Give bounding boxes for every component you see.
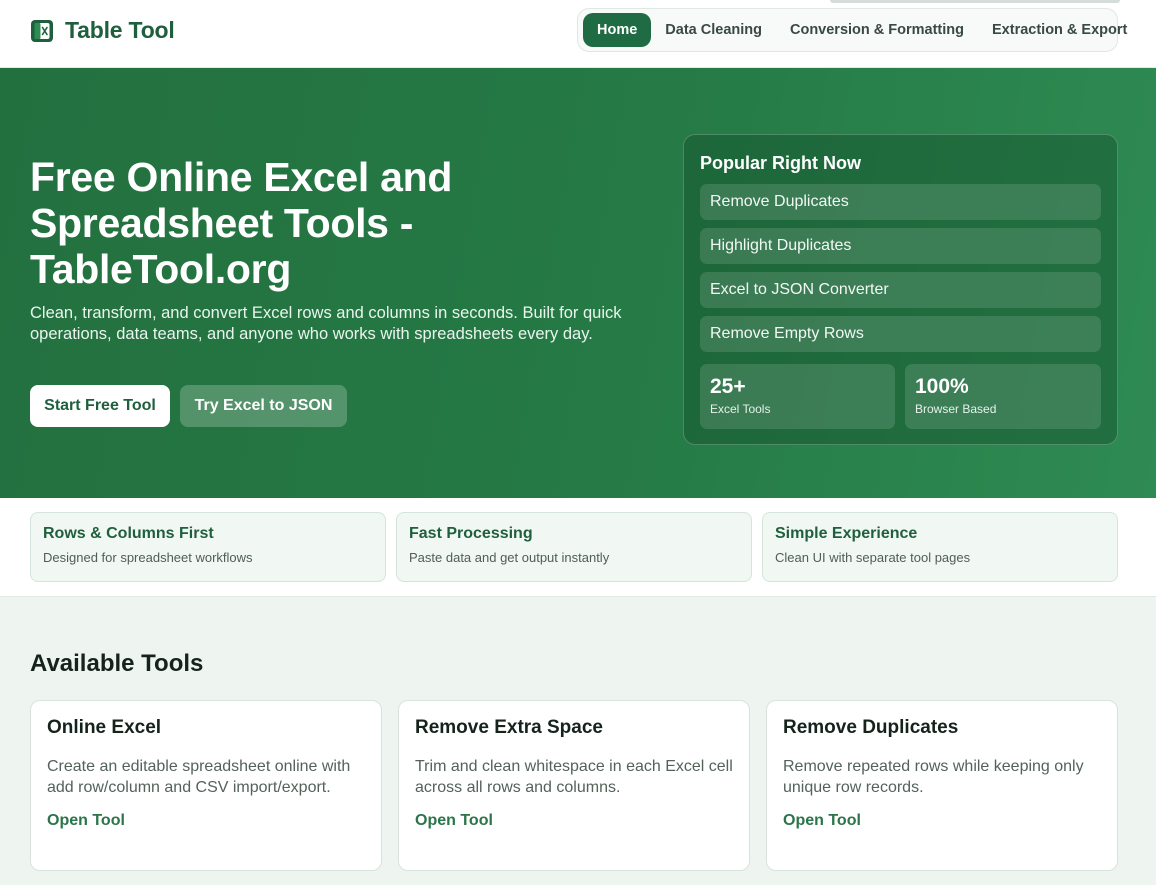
feature-desc: Paste data and get output instantly: [409, 550, 610, 565]
stat-label: Excel Tools: [710, 402, 771, 416]
tool-title: Online Excel: [47, 717, 162, 738]
nav-home[interactable]: Home: [583, 13, 652, 47]
popular-panel: Popular Right Now Remove Duplicates High…: [683, 134, 1118, 445]
spreadsheet-logo-icon: [31, 19, 53, 42]
stat-excel-tools: 25+ Excel Tools: [700, 364, 895, 429]
main-nav: Home Data Cleaning Conversion & Formatti…: [577, 8, 1127, 52]
brand-logo[interactable]: Table Tool: [30, 17, 175, 44]
tool-desc: Create an editable spreadsheet online wi…: [47, 758, 351, 796]
popular-item-excel-to-json[interactable]: Excel to JSON Converter: [700, 272, 1101, 308]
features-strip: Rows & Columns First Designed for spread…: [0, 498, 1156, 597]
popular-item-remove-empty-rows[interactable]: Remove Empty Rows: [700, 316, 1101, 352]
tool-card-remove-extra-space: Remove Extra Space Trim and clean whites…: [398, 700, 750, 871]
tool-card-remove-duplicates: Remove Duplicates Remove repeated rows w…: [766, 700, 1118, 871]
stat-value: 25+: [710, 375, 746, 398]
feature-desc: Clean UI with separate tool pages: [775, 550, 971, 565]
tool-desc: Trim and clean whitespace in each Excel …: [415, 758, 733, 796]
stat-label: Browser Based: [915, 402, 997, 416]
feature-title: Rows & Columns First: [43, 525, 214, 542]
popular-item-highlight-duplicates[interactable]: Highlight Duplicates: [700, 228, 1101, 264]
start-free-tool-button[interactable]: Start Free Tool: [30, 385, 170, 427]
feature-card: Fast Processing Paste data and get outpu…: [396, 512, 752, 582]
feature-card: Simple Experience Clean UI with separate…: [762, 512, 1118, 582]
available-tools-heading: Available Tools: [30, 650, 204, 677]
nav-conversion-formatting[interactable]: Conversion & Formatting: [776, 13, 978, 47]
nav-extraction-export[interactable]: Extraction & Export: [978, 13, 1141, 47]
nav-data-cleaning[interactable]: Data Cleaning: [651, 13, 776, 47]
popular-item-remove-duplicates[interactable]: Remove Duplicates: [700, 184, 1101, 220]
feature-title: Simple Experience: [775, 525, 918, 542]
tool-desc: Remove repeated rows while keeping only …: [783, 758, 1084, 796]
tool-card-online-excel: Online Excel Create an editable spreadsh…: [30, 700, 382, 871]
stat-browser-based: 100% Browser Based: [905, 364, 1101, 429]
feature-desc: Designed for spreadsheet workflows: [43, 550, 253, 565]
hero-section: Free Online Excel and Spreadsheet Tools …: [0, 68, 1156, 498]
popular-title: Popular Right Now: [700, 153, 861, 173]
tool-title: Remove Duplicates: [783, 717, 959, 738]
stat-value: 100%: [915, 375, 969, 398]
open-tool-link[interactable]: Open Tool: [783, 812, 861, 830]
brand-name: Table Tool: [65, 17, 175, 43]
hero-title: Free Online Excel and Spreadsheet Tools …: [30, 154, 453, 292]
open-tool-link[interactable]: Open Tool: [415, 812, 493, 830]
feature-card: Rows & Columns First Designed for spread…: [30, 512, 386, 582]
tool-title: Remove Extra Space: [415, 717, 603, 738]
hero-subtitle: Clean, transform, and convert Excel rows…: [30, 304, 622, 343]
site-header: Table Tool Home Data Cleaning Conversion…: [0, 0, 1156, 68]
open-tool-link[interactable]: Open Tool: [47, 812, 125, 830]
browser-scroll-edge: [830, 0, 1120, 3]
try-excel-to-json-button[interactable]: Try Excel to JSON: [180, 385, 347, 427]
feature-title: Fast Processing: [409, 525, 533, 542]
